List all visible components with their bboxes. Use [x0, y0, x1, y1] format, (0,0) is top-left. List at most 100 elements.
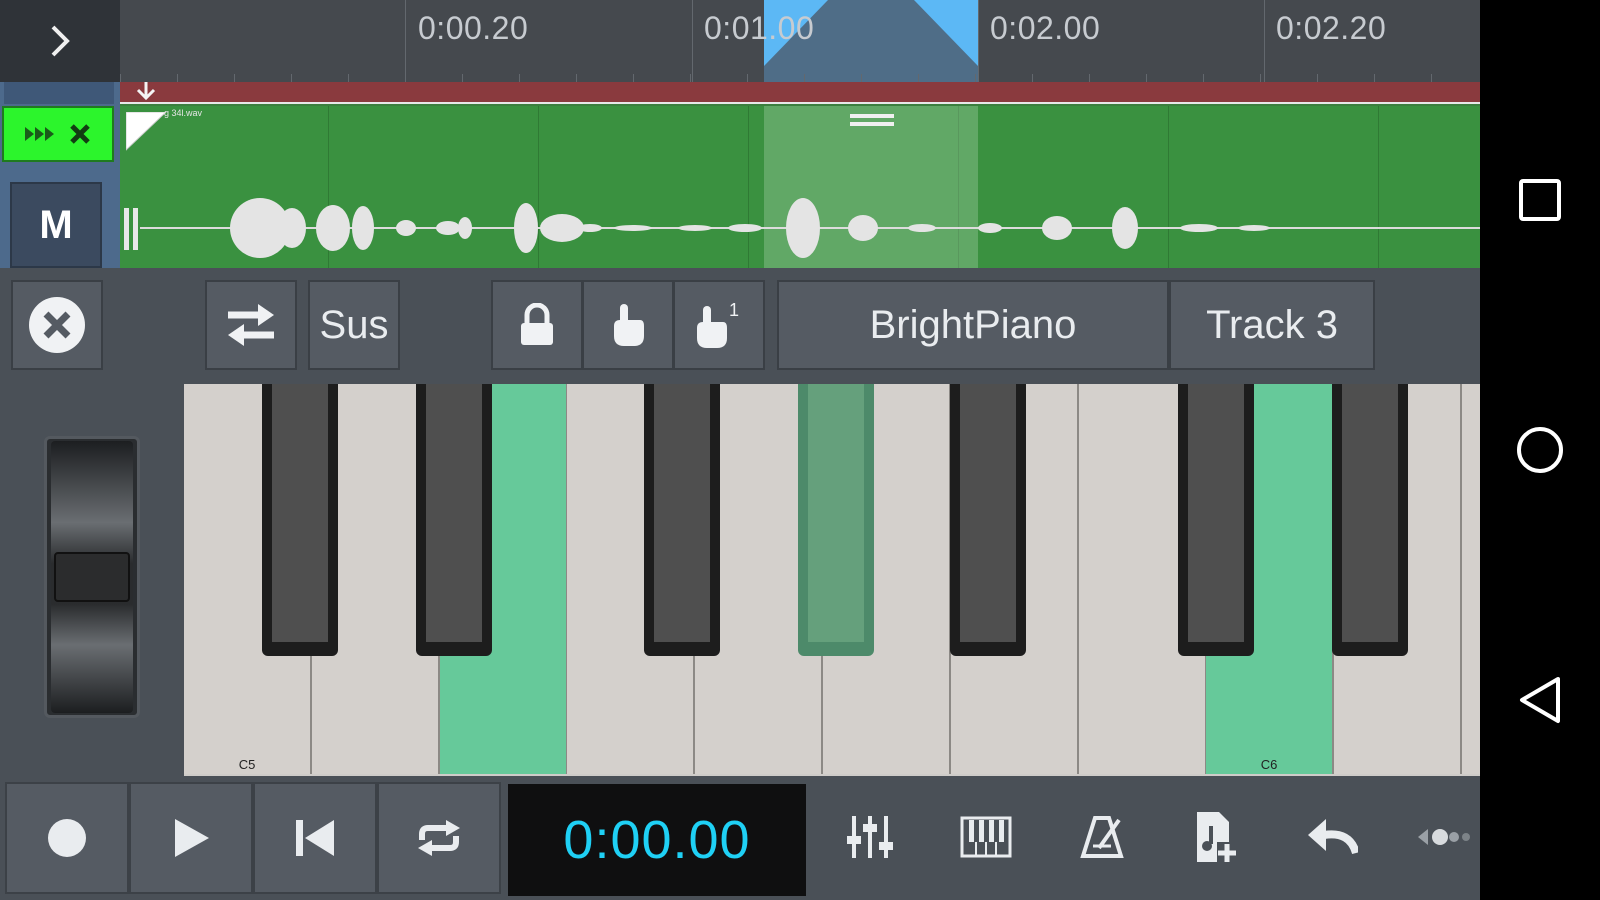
playhead-marker[interactable] — [130, 82, 162, 104]
loop-button[interactable] — [377, 782, 501, 894]
ruler-subtick — [1431, 74, 1432, 82]
close-keyboard-button[interactable] — [11, 280, 103, 370]
audio-clip[interactable]: g 34l.wav — [120, 106, 1480, 268]
ruler-label: 0:02.00 — [990, 10, 1101, 46]
black-key[interactable] — [950, 384, 1026, 656]
track-lane[interactable]: g 34l.wav — [120, 82, 1480, 268]
metronome-icon — [1080, 816, 1124, 858]
piano-button[interactable] — [946, 794, 1026, 880]
waveform-segment — [1042, 216, 1072, 240]
expand-button[interactable] — [0, 0, 120, 82]
waveform-segment — [278, 208, 306, 248]
triangle-back-icon — [1520, 677, 1560, 723]
lock-button[interactable] — [491, 280, 583, 370]
timeline-ruler[interactable]: 0:00.20 0:01.00 0:02.00 0:02.20 — [120, 0, 1480, 82]
waveform-segment — [786, 198, 820, 258]
waveform-segment — [352, 206, 374, 250]
swap-arrows-icon — [228, 304, 274, 346]
skip-back-icon — [296, 820, 334, 856]
black-key-face — [1342, 384, 1398, 642]
mixer-sliders-icon — [847, 816, 893, 858]
ruler-label: 0:01.00 — [704, 10, 815, 46]
close-icon[interactable] — [69, 123, 91, 145]
track-header-top — [4, 82, 114, 104]
waveform-segment — [436, 221, 460, 235]
automation-lane[interactable] — [120, 82, 1480, 104]
hand-pointer-icon — [614, 304, 644, 346]
ruler-subtick — [1032, 74, 1033, 82]
key-label: C5 — [238, 757, 256, 772]
waveform-segment — [848, 215, 878, 241]
ruler-label: 0:00.20 — [418, 10, 529, 46]
undo-icon — [1308, 819, 1358, 855]
black-key[interactable] — [1332, 384, 1408, 656]
waveform-segment — [614, 225, 652, 231]
fast-forward-icon — [25, 127, 54, 141]
loop-icon — [418, 820, 460, 856]
ruler-subtick — [576, 74, 577, 82]
pitch-wheel-graphic — [51, 441, 133, 713]
play-icon — [175, 819, 209, 857]
white-key[interactable] — [1462, 384, 1480, 774]
ruler-subtick — [177, 74, 178, 82]
ruler-subtick — [1089, 74, 1090, 82]
ruler-subtick — [804, 74, 805, 82]
ruler-subtick — [1374, 74, 1375, 82]
black-key[interactable] — [416, 384, 492, 656]
back-button[interactable] — [1500, 660, 1580, 740]
black-key[interactable] — [1178, 384, 1254, 656]
black-key-face — [1188, 384, 1244, 642]
swap-button[interactable] — [205, 280, 297, 370]
chevron-right-icon — [51, 25, 70, 57]
undo-button[interactable] — [1292, 794, 1372, 880]
more-button[interactable] — [1404, 794, 1480, 880]
waveform-segment — [678, 225, 712, 231]
black-key-face — [654, 384, 710, 642]
mute-button[interactable]: M — [10, 182, 102, 268]
ruler-tick — [1264, 0, 1265, 82]
add-file-button[interactable] — [1176, 794, 1256, 880]
app-window: 0:00.20 0:01.00 0:02.00 0:02.20 M g 34l.… — [0, 0, 1480, 900]
piano-icon — [960, 816, 1012, 858]
waveform — [140, 198, 1480, 258]
black-key-face — [426, 384, 482, 642]
record-icon — [48, 819, 86, 857]
waveform-segment — [978, 223, 1002, 233]
ruler-subtick — [690, 74, 691, 82]
waveform-segment — [1238, 225, 1270, 231]
metronome-button[interactable] — [1062, 794, 1142, 880]
piano-keys: C5 C6 — [184, 384, 1480, 776]
mixer-button[interactable] — [830, 794, 910, 880]
svg-text:1: 1 — [729, 300, 739, 320]
black-key[interactable] — [798, 384, 874, 656]
loop-end-handle[interactable] — [914, 0, 978, 66]
black-key[interactable] — [644, 384, 720, 656]
pitch-wheel[interactable] — [44, 436, 140, 718]
ruler-subtick — [234, 74, 235, 82]
ruler-subtick — [918, 74, 919, 82]
circle-icon — [1517, 427, 1563, 473]
ruler-subtick — [1203, 74, 1204, 82]
keyboard-area: C5 C6 — [0, 384, 1480, 776]
waveform-segment — [514, 203, 538, 253]
sustain-button[interactable]: Sus — [308, 280, 400, 370]
ruler-subtick — [1317, 74, 1318, 82]
keyboard-toolbar: Sus 1 BrightPiano Track 3 — [0, 268, 1480, 384]
home-button[interactable] — [1500, 410, 1580, 490]
instrument-selector[interactable]: BrightPiano — [777, 280, 1169, 370]
track-active-indicator[interactable] — [2, 106, 114, 162]
single-touch-button[interactable]: 1 — [673, 280, 765, 370]
record-button[interactable] — [5, 782, 129, 894]
ruler-subtick — [348, 74, 349, 82]
play-button[interactable] — [129, 782, 253, 894]
black-key[interactable] — [262, 384, 338, 656]
ruler-subtick — [1146, 74, 1147, 82]
ruler-subtick — [975, 74, 976, 82]
rewind-button[interactable] — [253, 782, 377, 894]
touch-mode-button[interactable] — [582, 280, 674, 370]
waveform-segment — [1112, 207, 1138, 249]
recents-button[interactable] — [1500, 160, 1580, 240]
ruler-label: 0:02.20 — [1276, 10, 1387, 46]
track-selector[interactable]: Track 3 — [1169, 280, 1375, 370]
ruler-subtick — [1260, 74, 1261, 82]
